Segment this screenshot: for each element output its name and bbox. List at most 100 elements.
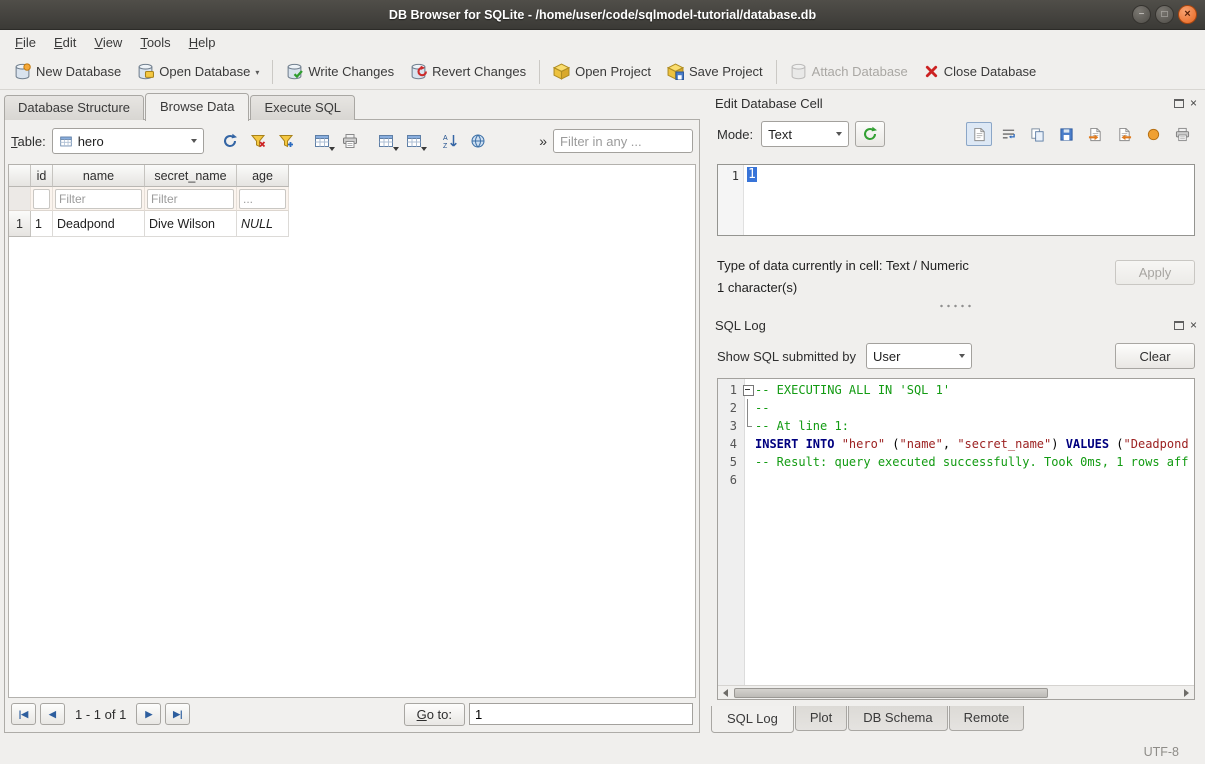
code-segment: VALUES <box>1066 437 1109 451</box>
cell-char-count: 1 character(s) <box>717 280 797 295</box>
text-mode-button[interactable] <box>966 122 992 146</box>
scroll-left-button[interactable] <box>718 686 733 699</box>
column-header-secret-name[interactable]: secret_name <box>145 165 237 187</box>
dock-tab-db-schema[interactable]: DB Schema <box>848 706 947 731</box>
sort-records-button[interactable]: AZ <box>436 129 464 153</box>
set-null-button[interactable] <box>1140 122 1166 146</box>
column-header-id[interactable]: id <box>31 165 53 187</box>
submitted-by-select[interactable]: User <box>866 343 972 369</box>
open-database-button[interactable]: Open Database ▾ <box>129 58 267 85</box>
new-database-label: New Database <box>36 64 121 79</box>
submitted-by-value: User <box>873 349 900 364</box>
scroll-right-button[interactable] <box>1179 686 1194 699</box>
chevron-down-icon <box>836 132 842 136</box>
refresh-button[interactable] <box>216 129 244 153</box>
auto-apply-button[interactable] <box>855 121 885 147</box>
window-titlebar[interactable]: DB Browser for SQLite - /home/user/code/… <box>0 0 1205 30</box>
filter-input-id[interactable] <box>33 189 50 209</box>
close-dock-icon[interactable]: × <box>1190 319 1197 331</box>
export-cell-button[interactable] <box>1111 122 1137 146</box>
scroll-left-icon <box>723 689 728 697</box>
toolbar-overflow-icon[interactable]: » <box>539 133 547 149</box>
cell-name[interactable]: Deadpond <box>53 211 145 237</box>
previous-page-button[interactable]: ◀ <box>40 703 65 725</box>
load-all-data-button[interactable] <box>464 129 492 153</box>
tab-browse-data[interactable]: Browse Data <box>145 93 249 121</box>
filter-options-button[interactable] <box>272 129 300 153</box>
sort-icon: AZ <box>442 133 458 149</box>
float-dock-icon[interactable] <box>1174 99 1184 108</box>
menu-view[interactable]: View <box>85 32 131 53</box>
menu-tools[interactable]: Tools <box>131 32 179 53</box>
export-table-button[interactable] <box>372 129 400 153</box>
copy-cell-button[interactable] <box>1024 122 1050 146</box>
encoding-label[interactable]: UTF-8 <box>1144 745 1179 759</box>
filter-input-name[interactable] <box>55 189 142 209</box>
dock-tab-remote[interactable]: Remote <box>949 706 1025 731</box>
grid-corner[interactable] <box>9 165 31 187</box>
filter-any-input[interactable] <box>553 129 693 153</box>
apply-button[interactable]: Apply <box>1115 260 1195 285</box>
scrollbar-thumb[interactable] <box>734 688 1048 698</box>
cell-age[interactable]: NULL <box>237 211 289 237</box>
clear-filters-icon <box>250 133 266 149</box>
open-project-button[interactable]: Open Project <box>545 58 659 85</box>
log-line: 2 -- <box>718 399 1194 417</box>
attach-database-icon <box>790 63 807 80</box>
cell-editor-text[interactable]: 1 <box>744 165 1194 235</box>
save-cell-button[interactable] <box>1053 122 1079 146</box>
maximize-button[interactable]: □ <box>1155 5 1174 24</box>
filter-input-age[interactable] <box>239 189 286 209</box>
row-header[interactable]: 1 <box>9 211 31 237</box>
cell-editor[interactable]: 1 1 <box>717 164 1195 236</box>
menu-file[interactable]: File <box>6 32 45 53</box>
new-record-button[interactable] <box>308 129 336 153</box>
dock-splitter-handle[interactable] <box>938 304 974 308</box>
column-header-age[interactable]: age <box>237 165 289 187</box>
cell-id[interactable]: 1 <box>31 211 53 237</box>
horizontal-scrollbar[interactable] <box>718 685 1194 699</box>
goto-button[interactable]: Go to: <box>404 703 465 726</box>
first-page-button[interactable]: |◀ <box>11 703 36 725</box>
close-dock-icon[interactable]: × <box>1190 97 1197 109</box>
tab-execute-sql[interactable]: Execute SQL <box>250 95 355 120</box>
open-project-icon <box>553 63 570 80</box>
fold-marker-icon[interactable] <box>740 381 755 399</box>
browse-data-panel: Table: hero <box>4 119 700 733</box>
table-select[interactable]: hero <box>52 128 204 154</box>
column-header-name[interactable]: name <box>53 165 145 187</box>
clear-log-button[interactable]: Clear <box>1115 343 1195 369</box>
import-table-button[interactable] <box>400 129 428 153</box>
next-page-button[interactable]: ▶ <box>136 703 161 725</box>
svg-text:Z: Z <box>443 143 448 149</box>
save-project-button[interactable]: Save Project <box>659 58 771 85</box>
minimize-button[interactable]: − <box>1132 5 1151 24</box>
write-changes-button[interactable]: Write Changes <box>278 58 402 85</box>
word-wrap-button[interactable] <box>995 122 1021 146</box>
cell-secret-name[interactable]: Dive Wilson <box>145 211 237 237</box>
filter-input-secret-name[interactable] <box>147 189 234 209</box>
open-database-icon <box>137 63 154 80</box>
tab-database-structure[interactable]: Database Structure <box>4 95 144 120</box>
clear-filters-button[interactable] <box>244 129 272 153</box>
dock-tab-sql-log[interactable]: SQL Log <box>711 706 794 733</box>
goto-input[interactable] <box>469 703 693 725</box>
log-text: -- Result: query executed successfully. … <box>755 453 1194 471</box>
menu-help[interactable]: Help <box>180 32 225 53</box>
sql-log-view[interactable]: 1 -- EXECUTING ALL IN 'SQL 1' 2 -- 3 -- … <box>717 378 1195 700</box>
menu-edit[interactable]: Edit <box>45 32 85 53</box>
line-number: 4 <box>718 435 740 453</box>
float-dock-icon[interactable] <box>1174 321 1184 330</box>
mode-select[interactable]: Text <box>761 121 849 147</box>
print-records-button[interactable] <box>336 129 364 153</box>
revert-changes-button[interactable]: Revert Changes <box>402 58 534 85</box>
dock-tab-plot[interactable]: Plot <box>795 706 847 731</box>
new-database-button[interactable]: New Database <box>6 58 129 85</box>
last-page-button[interactable]: ▶| <box>165 703 190 725</box>
import-cell-button[interactable] <box>1082 122 1108 146</box>
scroll-right-icon <box>1184 689 1189 697</box>
close-database-button[interactable]: Close Database <box>916 59 1045 84</box>
close-button[interactable]: × <box>1178 5 1197 24</box>
save-project-label: Save Project <box>689 64 763 79</box>
print-cell-button[interactable] <box>1169 122 1195 146</box>
